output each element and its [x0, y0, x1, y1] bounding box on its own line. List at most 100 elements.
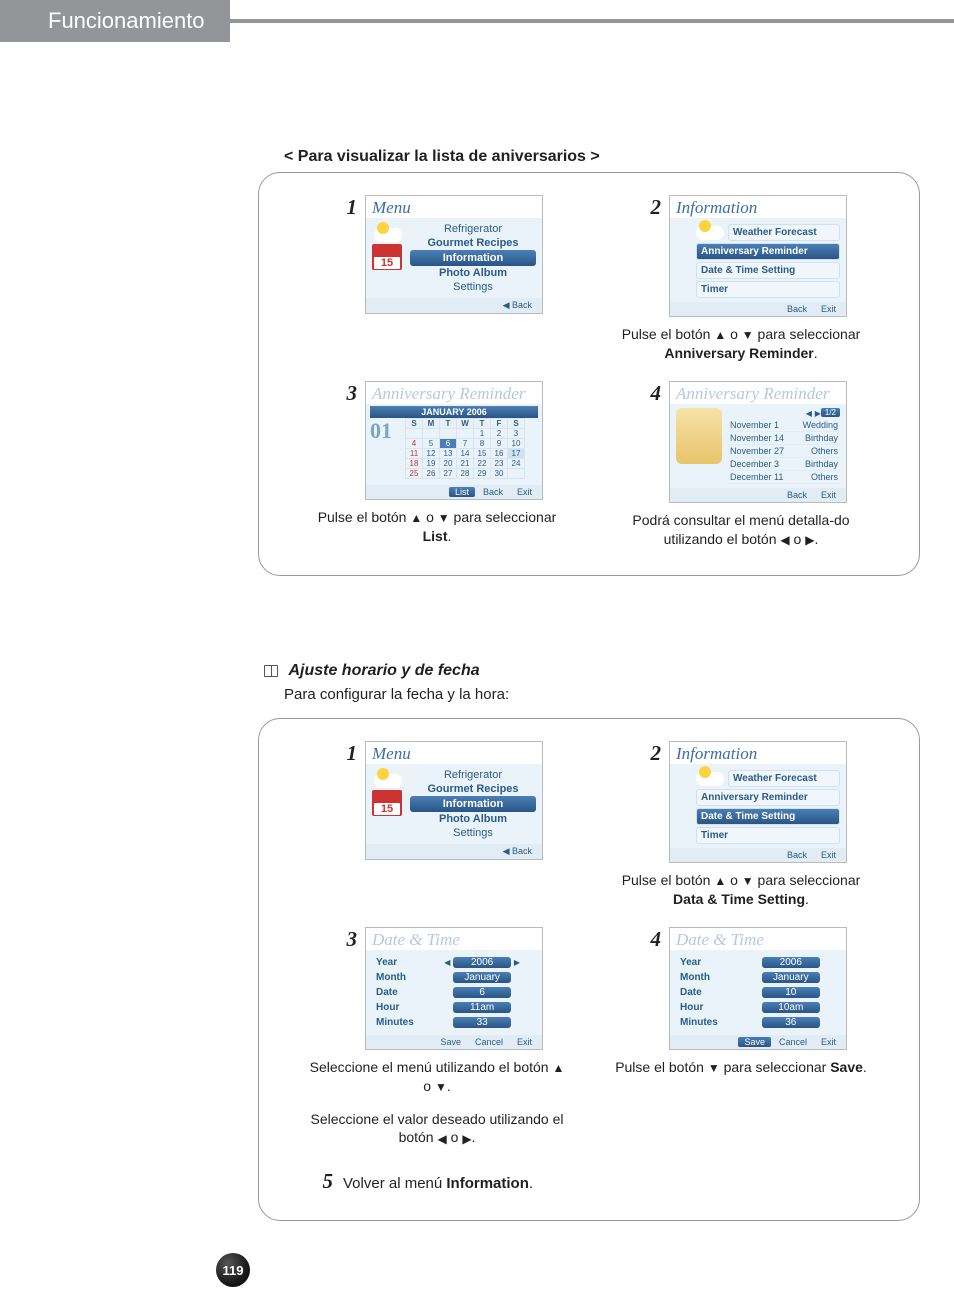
- info-item[interactable]: Weather Forecast: [728, 224, 840, 241]
- save-button[interactable]: Save: [738, 1037, 771, 1047]
- save-button[interactable]: Save: [434, 1037, 467, 1047]
- info-item-selected[interactable]: Date & Time Setting: [696, 808, 840, 825]
- dt-value[interactable]: 11am: [453, 1002, 511, 1013]
- dt-value[interactable]: 10am: [762, 1002, 820, 1013]
- screenshot-calendar: Anniversary Reminder JANUARY 2006 01 SMT…: [365, 381, 543, 500]
- down-triangle-icon: ▼: [435, 1079, 447, 1095]
- menu-item[interactable]: Photo Album: [410, 812, 536, 826]
- step-caption: Pulse el botón ▲ o ▼ para seleccionar Da…: [611, 871, 871, 909]
- screen-title: Information: [670, 196, 846, 218]
- back-button[interactable]: Back: [781, 304, 813, 314]
- back-button[interactable]: ◀ Back: [497, 300, 538, 311]
- section2-title: Ajuste horario y de fecha: [288, 662, 479, 679]
- info-item-selected[interactable]: Anniversary Reminder: [696, 243, 840, 260]
- weather-icon: [374, 228, 402, 242]
- step-number: 2: [635, 741, 661, 766]
- dt-value[interactable]: 10: [762, 987, 820, 998]
- left-arrow-icon[interactable]: ◀: [444, 958, 450, 967]
- exit-button[interactable]: Exit: [815, 490, 842, 500]
- page-indicator: 1/2: [821, 408, 840, 417]
- menu-item[interactable]: Photo Album: [410, 266, 536, 280]
- right-arrow-icon[interactable]: ▶: [514, 958, 520, 967]
- book-icon: [264, 665, 278, 677]
- dt-value[interactable]: 33: [453, 1017, 511, 1028]
- step-caption: Volver al menú Information.: [343, 1175, 533, 1192]
- menu-item[interactable]: Settings: [410, 826, 536, 840]
- menu-item[interactable]: Settings: [410, 280, 536, 294]
- screen-title: Information: [670, 742, 846, 764]
- dt-value[interactable]: January: [453, 972, 511, 983]
- down-triangle-icon: ▼: [708, 1060, 720, 1076]
- calendar-icon: [372, 790, 402, 816]
- screenshot-information: Information Weather Forecast Anniversary…: [669, 195, 847, 317]
- left-triangle-icon: ◀: [780, 532, 789, 548]
- back-button[interactable]: Back: [477, 487, 509, 497]
- list-button[interactable]: List: [449, 487, 475, 497]
- calendar-grid: SMTWTFS 123 45678910 11121314151617 1819…: [405, 418, 525, 479]
- screen-title: Anniversary Reminder: [670, 382, 846, 404]
- exit-button[interactable]: Exit: [511, 1037, 538, 1047]
- screenshot-information: Information Weather Forecast Anniversary…: [669, 741, 847, 863]
- info-item[interactable]: Date & Time Setting: [696, 262, 840, 279]
- step-number: 1: [331, 741, 357, 766]
- datetime-table: Year◀ 2006 ▶ MonthJanuary Date6 Hour11am…: [372, 954, 536, 1031]
- menu-item[interactable]: Refrigerator: [410, 768, 536, 782]
- back-button[interactable]: ◀ Back: [497, 846, 538, 857]
- info-item[interactable]: Anniversary Reminder: [696, 789, 840, 806]
- info-item[interactable]: Timer: [696, 827, 840, 844]
- section1-title: < Para visualizar la lista de aniversari…: [284, 148, 600, 166]
- info-item[interactable]: Timer: [696, 281, 840, 298]
- weather-icon: [696, 226, 724, 240]
- step-number: 4: [635, 381, 661, 406]
- up-triangle-icon: ▲: [410, 510, 422, 526]
- screen-title: Date & Time: [366, 928, 542, 950]
- anniversary-list: November 1Wedding November 14Birthday No…: [728, 419, 840, 484]
- menu-item-selected[interactable]: Information: [410, 250, 536, 266]
- weather-icon: [696, 772, 724, 786]
- right-triangle-icon: ▶: [462, 1131, 471, 1147]
- screen-title: Menu: [366, 742, 542, 764]
- menu-item[interactable]: Refrigerator: [410, 222, 536, 236]
- dt-value[interactable]: 6: [453, 987, 511, 998]
- back-button[interactable]: Back: [781, 490, 813, 500]
- down-triangle-icon: ▼: [742, 327, 754, 343]
- menu-item[interactable]: Gourmet Recipes: [410, 236, 536, 250]
- back-button[interactable]: Back: [781, 850, 813, 860]
- dt-value[interactable]: 2006: [453, 957, 511, 968]
- dt-value[interactable]: 2006: [762, 957, 820, 968]
- exit-button[interactable]: Exit: [815, 850, 842, 860]
- step-number: 3: [331, 927, 357, 952]
- left-arrow-icon[interactable]: ◀: [806, 409, 812, 418]
- header-tab: Funcionamiento: [0, 0, 230, 42]
- step-caption: Podrá consultar el menú detalla-do utili…: [611, 511, 871, 549]
- dt-value[interactable]: January: [762, 972, 820, 983]
- step-number: 5: [307, 1169, 333, 1194]
- header-rule: [230, 19, 954, 23]
- datetime-table: Year2006 MonthJanuary Date10 Hour10am Mi…: [676, 954, 840, 1031]
- exit-button[interactable]: Exit: [815, 304, 842, 314]
- screenshot-datetime: Date & Time Year2006 MonthJanuary Date10…: [669, 927, 847, 1050]
- menu-item[interactable]: Gourmet Recipes: [410, 782, 536, 796]
- calendar-month: JANUARY 2006: [370, 406, 538, 418]
- left-triangle-icon: ◀: [438, 1131, 447, 1147]
- cancel-button[interactable]: Cancel: [773, 1037, 813, 1047]
- cancel-button[interactable]: Cancel: [469, 1037, 509, 1047]
- step-number: 3: [331, 381, 357, 406]
- step-caption: Seleccione el menú utilizando el botón ▲…: [307, 1058, 567, 1096]
- up-triangle-icon: ▲: [714, 327, 726, 343]
- down-triangle-icon: ▼: [438, 510, 450, 526]
- section2-intro: Para configurar la fecha y la hora:: [284, 686, 509, 703]
- step-caption: Pulse el botón ▲ o ▼ para seleccionar Li…: [307, 508, 567, 546]
- calendar-icon: [372, 244, 402, 270]
- step-number: 1: [331, 195, 357, 220]
- up-triangle-icon: ▲: [552, 1060, 564, 1076]
- exit-button[interactable]: Exit: [511, 487, 538, 497]
- dt-value[interactable]: 36: [762, 1017, 820, 1028]
- info-item[interactable]: Weather Forecast: [728, 770, 840, 787]
- menu-item-selected[interactable]: Information: [410, 796, 536, 812]
- calendar-big-day: 01: [370, 418, 392, 444]
- step-number: 4: [635, 927, 661, 952]
- right-arrow-icon[interactable]: ▶: [815, 409, 821, 418]
- exit-button[interactable]: Exit: [815, 1037, 842, 1047]
- step-caption: Seleccione el valor deseado utilizando e…: [307, 1110, 567, 1148]
